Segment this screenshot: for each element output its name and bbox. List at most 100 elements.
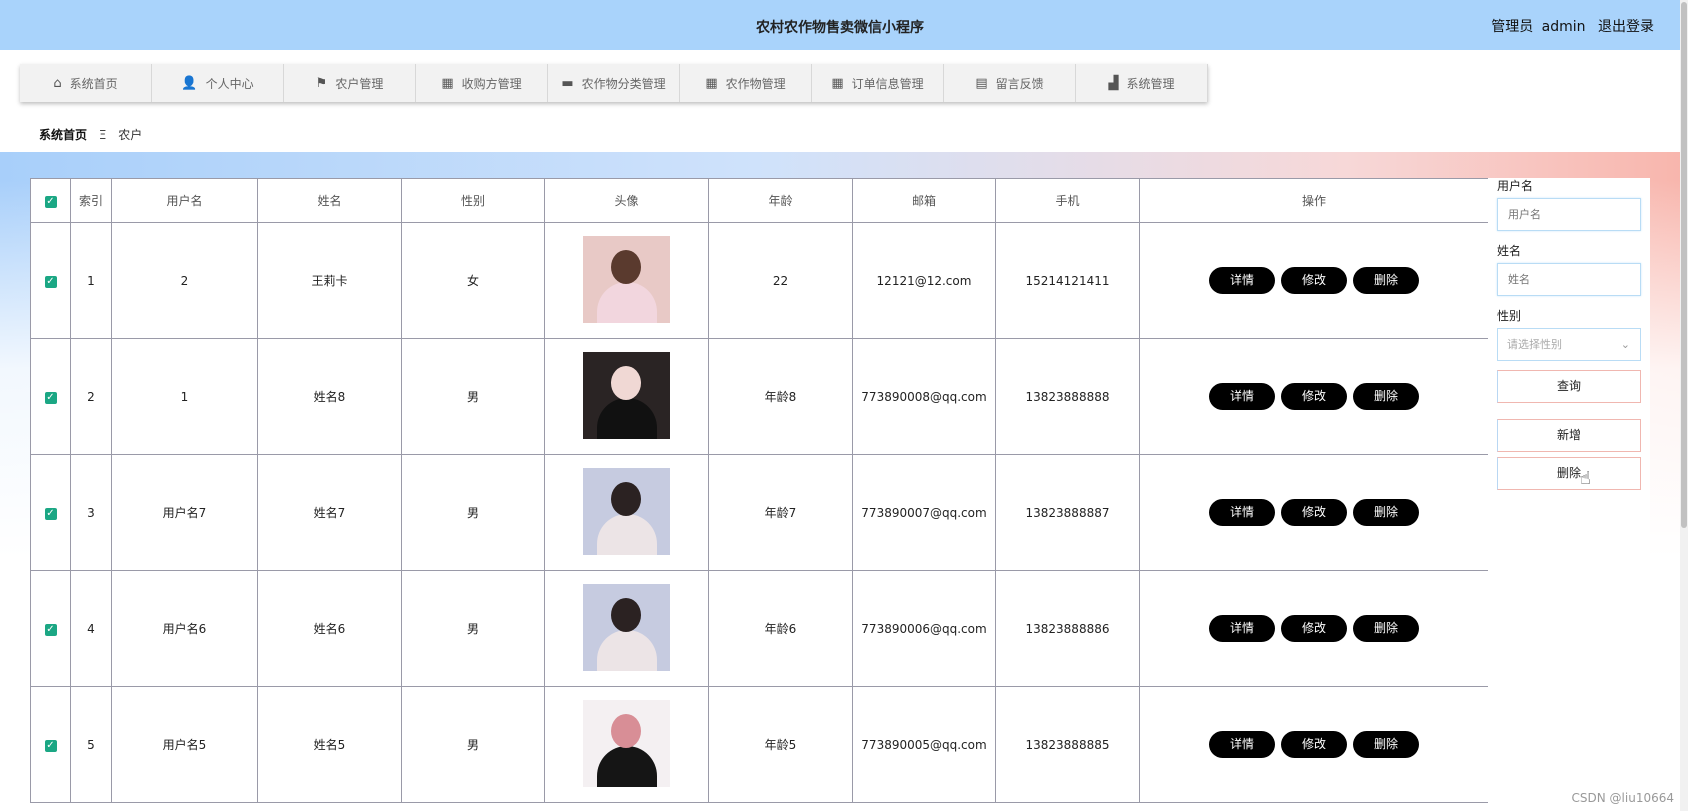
row-select-cell: ✓ (30, 686, 71, 803)
edit-button[interactable]: 修改 (1281, 615, 1347, 642)
column-header: 邮箱 (852, 178, 996, 223)
nav-item-6[interactable]: ▦ 订单信息管理 (812, 64, 944, 102)
actions-cell: 详情 修改 删除 (1139, 454, 1488, 571)
grid-icon: ▦ (705, 75, 718, 91)
cell-phone: 13823888887 (995, 454, 1140, 571)
add-button[interactable]: 新增 (1497, 419, 1641, 452)
avatar-image (583, 351, 670, 439)
nav-item-label: 留言反馈 (995, 76, 1044, 91)
nav-item-2[interactable]: ⚑ 农户管理 (284, 64, 416, 102)
nav-item-label: 农户管理 (335, 76, 384, 91)
nav-item-label: 收购方管理 (461, 76, 522, 91)
page-scrollbar[interactable] (1680, 0, 1688, 811)
nav-item-8[interactable]: ▟ 系统管理 (1076, 64, 1208, 102)
gender-select[interactable]: 请选择性别 ⌄ (1497, 328, 1641, 361)
avatar-head (611, 481, 641, 516)
column-header: 索引 (70, 178, 112, 223)
row-checkbox[interactable]: ✓ (44, 276, 57, 288)
delete-button[interactable]: 删除 (1353, 615, 1419, 642)
edit-button[interactable]: 修改 (1281, 383, 1347, 410)
row-select-cell: ✓ (30, 222, 71, 339)
name-search-input[interactable] (1497, 263, 1641, 296)
table-row: ✓ 5 用户名5 姓名5 男 年龄5 773890005@qq.com 13823888885… (30, 686, 1488, 803)
cell-username: 用户名7 (111, 454, 258, 571)
row-select-cell: ✓ (30, 570, 71, 687)
cell-age: 年龄5 (708, 686, 853, 803)
cell-username: 1 (111, 338, 258, 455)
nav-item-label: 系统管理 (1126, 76, 1175, 91)
delete-button[interactable]: 删除 (1353, 731, 1419, 758)
avatar-body (597, 397, 657, 439)
cell-index: 5 (70, 686, 112, 803)
cell-email: 773890006@qq.com (852, 570, 996, 687)
grid-icon: ▦ (441, 75, 454, 91)
avatar-head (611, 597, 641, 632)
user-role: 管理员 (1491, 19, 1534, 35)
delete-button[interactable]: 删除 (1353, 267, 1419, 294)
avatar-cell (544, 686, 709, 803)
edit-button[interactable]: 修改 (1281, 267, 1347, 294)
avatar-image (583, 235, 670, 323)
row-checkbox[interactable]: ✓ (44, 508, 57, 520)
row-checkbox[interactable]: ✓ (44, 740, 57, 752)
nav-item-7[interactable]: ▤ 留言反馈 (944, 64, 1076, 102)
watermark: CSDN @liu10664 (1571, 791, 1674, 805)
column-header: 头像 (544, 178, 709, 223)
person-icon: 👤 (181, 75, 198, 91)
column-header: 用户名 (111, 178, 258, 223)
cell-name: 王莉卡 (257, 222, 402, 339)
cell-username: 2 (111, 222, 258, 339)
edit-button[interactable]: 修改 (1281, 499, 1347, 526)
cell-index: 1 (70, 222, 112, 339)
farmer-table: ✓ 索引 用户名 姓名 性别 头像 年龄 邮箱 手机 操作 ✓ 1 2 王莉卡女 22 12121@12.… (30, 178, 1488, 803)
detail-button[interactable]: 详情 (1209, 731, 1275, 758)
select-all-cell: ✓ (30, 178, 71, 223)
avatar-image (583, 699, 670, 787)
batch-delete-button[interactable]: 删除 (1497, 457, 1641, 490)
cell-index: 2 (70, 338, 112, 455)
edit-button[interactable]: 修改 (1281, 731, 1347, 758)
detail-button[interactable]: 详情 (1209, 267, 1275, 294)
scrollbar-thumb[interactable] (1681, 2, 1687, 528)
detail-button[interactable]: 详情 (1209, 615, 1275, 642)
cell-name: 姓名6 (257, 570, 402, 687)
row-checkbox[interactable]: ✓ (44, 624, 57, 636)
cell-phone: 13823888885 (995, 686, 1140, 803)
nav-item-label: 农作物分类管理 (581, 76, 666, 91)
table-row: ✓ 1 2 王莉卡女 22 12121@12.com 15214121411 详情 修改 删除 (30, 222, 1488, 339)
cell-username: 用户名6 (111, 570, 258, 687)
nav-item-1[interactable]: 👤 个人中心 (152, 64, 284, 102)
cell-phone: 13823888886 (995, 570, 1140, 687)
detail-button[interactable]: 详情 (1209, 383, 1275, 410)
nav-item-label: 个人中心 (205, 76, 254, 91)
cell-gender: 男 (401, 454, 545, 571)
cell-age: 22 (708, 222, 853, 339)
avatar-body (597, 629, 657, 671)
column-header: 性别 (401, 178, 545, 223)
nav-item-3[interactable]: ▦ 收购方管理 (416, 64, 548, 102)
cell-name: 姓名7 (257, 454, 402, 571)
select-all-checkbox[interactable]: ✓ (44, 196, 57, 208)
nav-item-0[interactable]: ⌂ 系统首页 (20, 64, 152, 102)
actions-cell: 详情 修改 删除 (1139, 686, 1488, 803)
nav-item-4[interactable]: ▬ 农作物分类管理 (548, 64, 680, 102)
delete-button[interactable]: 删除 (1353, 383, 1419, 410)
main-nav: ⌂ 系统首页 👤 个人中心 ⚑ 农户管理 ▦ 收购方管理 ▬ 农作物分类管理 ▦ 农作物管理 ▦ 订单信息… (20, 64, 1208, 102)
avatar-cell (544, 454, 709, 571)
delete-button[interactable]: 删除 (1353, 499, 1419, 526)
cell-gender: 男 (401, 686, 545, 803)
table-row: ✓ 4 用户名6 姓名6 男 年龄6 773890006@qq.com 13823888886… (30, 570, 1488, 687)
avatar-body (597, 745, 657, 787)
column-header: 手机 (995, 178, 1140, 223)
query-button[interactable]: 查询 (1497, 370, 1641, 403)
detail-button[interactable]: 详情 (1209, 499, 1275, 526)
cell-email: 773890008@qq.com (852, 338, 996, 455)
actions-cell: 详情 修改 删除 (1139, 338, 1488, 455)
breadcrumb-home[interactable]: 系统首页 (39, 128, 87, 142)
table-row: ✓ 3 用户名7 姓名7 男 年龄7 773890007@qq.com 13823888887… (30, 454, 1488, 571)
nav-item-5[interactable]: ▦ 农作物管理 (680, 64, 812, 102)
row-checkbox[interactable]: ✓ (44, 392, 57, 404)
username-search-input[interactable] (1497, 198, 1641, 231)
logout-link[interactable]: 退出登录 (1598, 19, 1654, 35)
actions-cell: 详情 修改 删除 (1139, 570, 1488, 687)
